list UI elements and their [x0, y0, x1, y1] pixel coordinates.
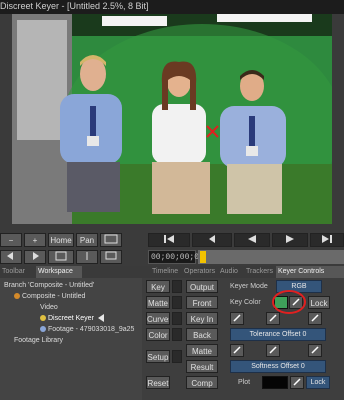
tree-item-branch[interactable]: Branch 'Composite - Untitled' — [4, 280, 94, 291]
softness-dropper-2[interactable] — [266, 344, 280, 357]
matte-toggle[interactable] — [172, 296, 182, 309]
setup-button[interactable]: Setup — [146, 350, 170, 363]
curves-toggle[interactable] — [172, 312, 182, 325]
setup-toggle[interactable] — [172, 350, 182, 363]
split-icon — [86, 252, 88, 260]
eyedropper-icon — [269, 346, 277, 354]
monitor-button[interactable] — [100, 250, 122, 264]
softness-dropper-1[interactable] — [230, 344, 244, 357]
lock-button[interactable]: Lock — [308, 296, 330, 309]
tolerance-dropper-3[interactable] — [308, 312, 322, 325]
tree-item-label: Video — [40, 304, 58, 311]
fit-button[interactable] — [48, 250, 74, 264]
key-toggle[interactable] — [172, 280, 182, 293]
softness-offset-slider[interactable]: Softness Offset 0 — [230, 360, 326, 373]
key-in-button[interactable]: Key In — [186, 312, 218, 325]
play-reverse-icon — [248, 235, 256, 243]
tree-item-composite[interactable]: Composite - Untitled — [22, 291, 85, 302]
eyedropper-icon — [269, 314, 277, 322]
fit-icon — [55, 251, 67, 261]
reset-button[interactable]: Reset — [146, 376, 170, 389]
playhead-marker[interactable] — [200, 251, 206, 263]
keyer-mode-label: Keyer Mode — [230, 283, 268, 290]
plot-color-swatch[interactable] — [262, 376, 288, 389]
split-view-button[interactable] — [76, 250, 98, 264]
go-to-end-button[interactable] — [310, 233, 344, 247]
key-button[interactable]: Key — [146, 280, 170, 293]
plot-eyedropper-button[interactable] — [290, 376, 304, 389]
tree-item-discreet-keyer[interactable]: Discreet Keyer — [48, 313, 108, 324]
eyedropper-icon — [311, 314, 319, 322]
tab-toolbar[interactable]: Toolbar — [0, 266, 36, 278]
tree-item-video[interactable]: Video — [40, 302, 58, 313]
tree-item-label: Branch 'Composite - Untitled' — [4, 282, 95, 289]
front-button[interactable]: Front — [186, 296, 218, 309]
tree-item-footage-library[interactable]: Footage Library — [14, 335, 63, 346]
tab-timeline[interactable]: Timeline — [150, 266, 182, 278]
tree-item-label: Discreet Keyer — [48, 315, 94, 322]
tab-keyer-controls[interactable]: Keyer Controls — [276, 266, 344, 278]
tree-item-label: Footage - 479033018_9a25 — [48, 326, 135, 333]
play-icon — [286, 235, 294, 243]
key-color-label: Key Color — [230, 299, 261, 306]
monitor-icon — [105, 251, 117, 260]
plot-lock-button[interactable]: Lock — [306, 376, 330, 389]
color-toggle[interactable] — [172, 328, 182, 341]
footage-icon — [40, 326, 46, 332]
viewer-canvas[interactable] — [12, 14, 332, 224]
back-arrow-button[interactable] — [0, 250, 22, 264]
color-button[interactable]: Color — [146, 328, 170, 341]
back-button[interactable]: Back — [186, 328, 218, 341]
arrow-left-icon — [7, 252, 13, 260]
view-icon — [104, 234, 118, 244]
panel-tabs: Toolbar Workspace Timeline Operators Aud… — [0, 266, 344, 278]
tab-audio[interactable]: Audio — [218, 266, 244, 278]
arrow-right-icon — [33, 252, 39, 260]
window-titlebar: Discreet Keyer - [Untitled 2.5%, 8 Bit] — [0, 0, 344, 14]
view-toggle-button[interactable] — [100, 233, 122, 247]
step-back-icon — [209, 235, 215, 243]
workspace-tree: Branch 'Composite - Untitled' Composite … — [0, 278, 142, 400]
eyedropper-icon — [293, 378, 301, 386]
tolerance-dropper-2[interactable] — [266, 312, 280, 325]
tab-operators[interactable]: Operators — [182, 266, 218, 278]
tree-item-footage[interactable]: Footage - 479033018_9a25 — [48, 324, 134, 335]
output-button[interactable]: Output — [186, 280, 218, 293]
timecode-field[interactable]: 00;00;00;00 — [148, 250, 204, 264]
matte-button[interactable]: Matte — [146, 296, 170, 309]
skip-end-icon — [322, 235, 332, 243]
softness-dropper-3[interactable] — [308, 344, 322, 357]
zoom-out-button[interactable]: − — [0, 233, 22, 247]
keyer-icon — [40, 315, 46, 321]
tree-item-label: Composite - Untitled — [22, 293, 86, 300]
tolerance-dropper-1[interactable] — [230, 312, 244, 325]
pan-button[interactable]: Pan — [76, 233, 98, 247]
eyedropper-icon — [233, 314, 241, 322]
matte-output-button[interactable]: Matte — [186, 344, 218, 357]
result-button[interactable]: Result — [186, 360, 218, 373]
skip-start-icon — [164, 235, 174, 243]
plot-label: Plot — [238, 379, 251, 386]
forward-arrow-button[interactable] — [24, 250, 46, 264]
eyedropper-icon — [233, 346, 241, 354]
eyedropper-icon — [311, 346, 319, 354]
play-reverse-button[interactable] — [234, 233, 270, 247]
tolerance-offset-slider[interactable]: Tolerance Offset 0 — [230, 328, 326, 341]
step-back-button[interactable] — [192, 233, 232, 247]
curves-button[interactable]: Curves — [146, 312, 170, 325]
pointer-arrow-icon — [97, 314, 104, 323]
keyer-controls-panel: Key Matte Curves Color Setup Reset Outpu… — [142, 278, 344, 400]
tree-item-label: Footage Library — [14, 337, 64, 344]
tab-workspace[interactable]: Workspace — [36, 266, 82, 278]
image-viewer[interactable] — [0, 14, 344, 230]
composite-icon — [14, 293, 20, 299]
zoom-in-button[interactable]: + — [24, 233, 46, 247]
play-button[interactable] — [272, 233, 308, 247]
go-to-start-button[interactable] — [148, 233, 190, 247]
tab-trackers[interactable]: Trackers — [244, 266, 276, 278]
home-button[interactable]: Home — [48, 233, 74, 247]
comp-button[interactable]: Comp — [186, 376, 218, 389]
window-title: Discreet Keyer - [Untitled 2.5%, 8 Bit] — [0, 1, 149, 11]
timeline-scrubber[interactable] — [198, 250, 344, 264]
